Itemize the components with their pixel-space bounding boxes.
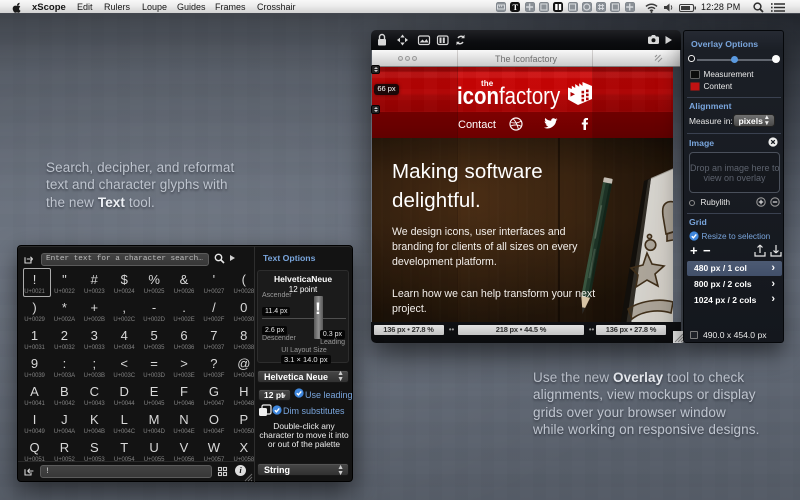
svg-text:T: T	[512, 2, 518, 12]
